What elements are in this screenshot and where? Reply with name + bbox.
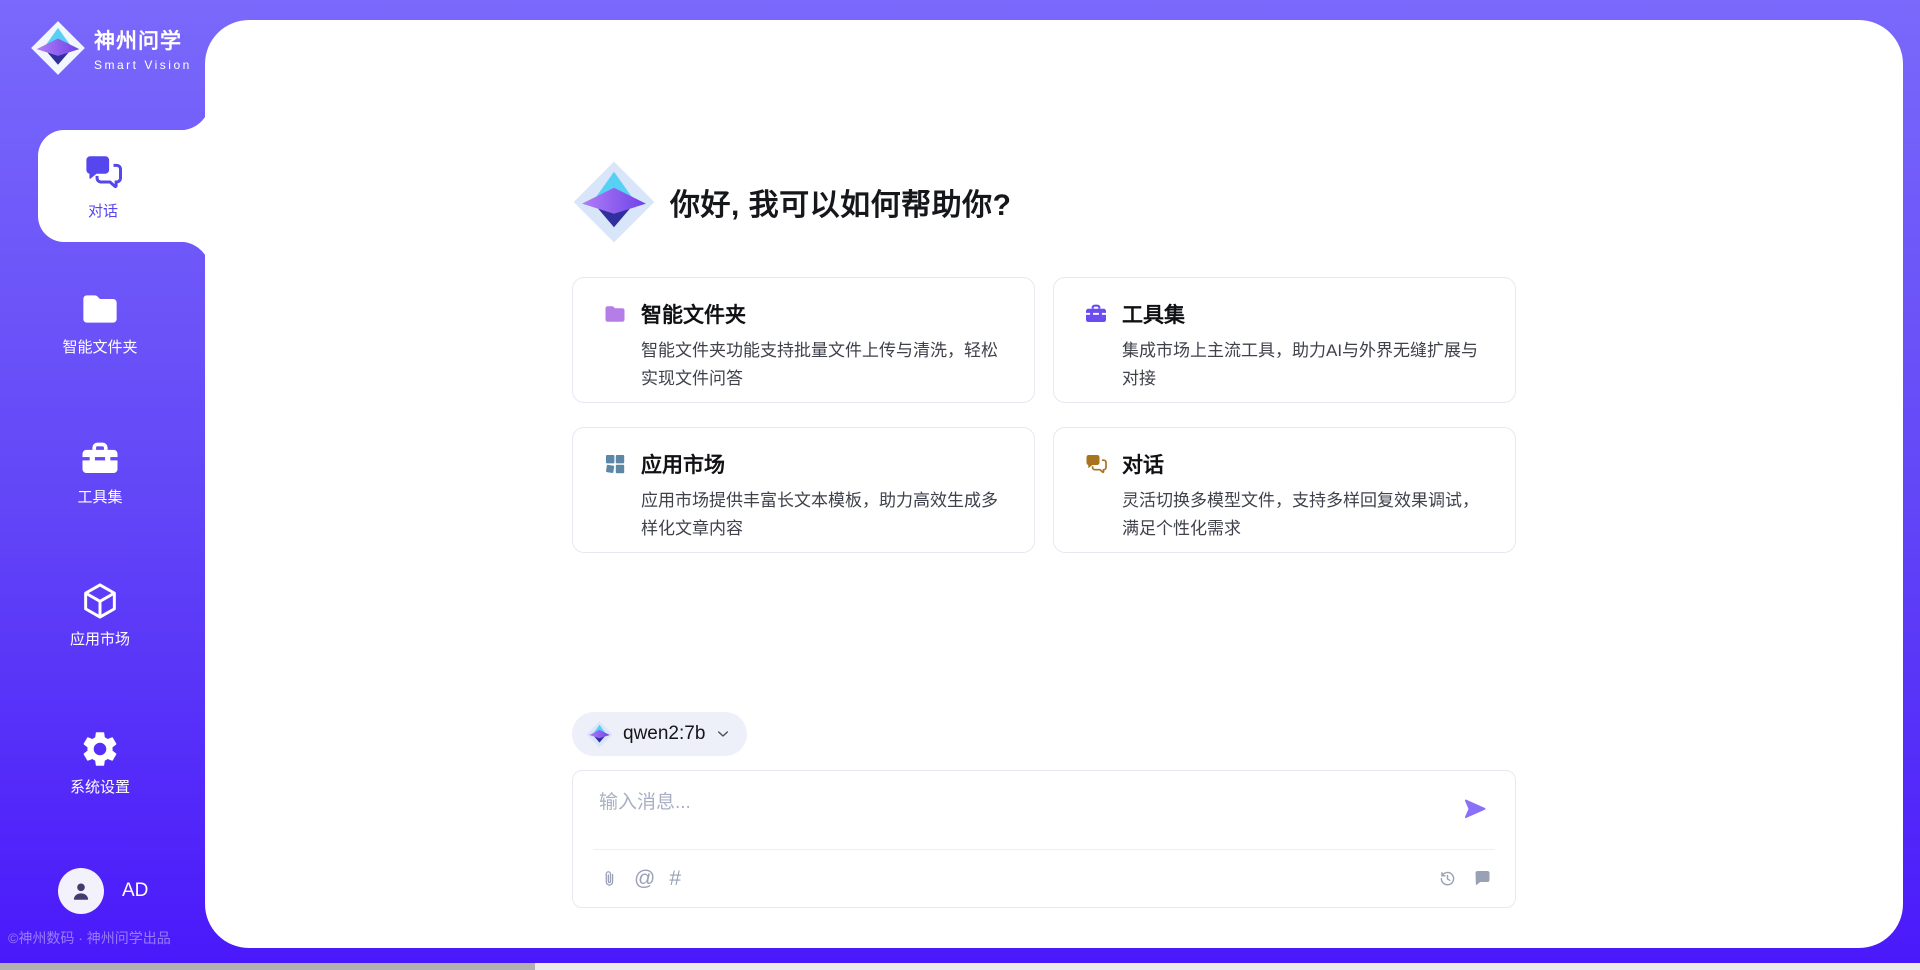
sidebar-item-app-market[interactable]: 应用市场 — [0, 580, 200, 649]
avatar — [58, 868, 104, 914]
at-icon: @ — [634, 868, 655, 889]
brand-gem-icon — [30, 20, 86, 76]
toolbox-icon — [79, 438, 121, 480]
greeting-title: 你好, 我可以如何帮助你? — [670, 180, 1012, 224]
user-name: AD — [122, 880, 148, 902]
card-chat[interactable]: 对话 灵活切换多模型文件，支持多样回复效果调试，满足个性化需求 — [1053, 427, 1516, 553]
horizontal-scrollbar — [0, 963, 1920, 970]
feature-cards: 智能文件夹 智能文件夹功能支持批量文件上传与清洗，轻松实现文件问答 工具集 集成… — [572, 277, 1516, 553]
copyright-footer: ©神州数码 · 神州问学出品 — [8, 928, 208, 948]
main-content: 你好, 我可以如何帮助你? 智能文件夹 智能文件夹功能支持批量文件上传与清洗，轻… — [572, 20, 1516, 948]
cube-icon — [79, 580, 121, 622]
folder-icon — [79, 288, 121, 330]
chat-icon — [1084, 452, 1108, 476]
composer-toolbar: @ # — [599, 850, 1493, 907]
model-selector[interactable]: qwen2:7b — [572, 712, 747, 756]
brand: 神州问学 Smart Vision — [30, 20, 192, 76]
toolbox-icon — [1084, 302, 1108, 326]
brand-gem-icon — [572, 160, 656, 244]
history-button[interactable] — [1437, 868, 1458, 889]
person-icon — [68, 878, 94, 904]
card-description: 灵活切换多模型文件，支持多样回复效果调试，满足个性化需求 — [1122, 487, 1491, 542]
sidebar-item-toolset[interactable]: 工具集 — [0, 438, 200, 507]
card-title: 应用市场 — [641, 449, 725, 479]
sidebar-item-chat[interactable]: 对话 — [38, 130, 210, 242]
sidebar-item-label: 应用市场 — [0, 628, 200, 649]
card-description: 应用市场提供丰富长文本模板，助力高效生成多样化文章内容 — [641, 487, 1010, 542]
gear-icon — [79, 728, 121, 770]
sidebar-item-label: 智能文件夹 — [0, 336, 200, 357]
brand-gem-icon — [586, 721, 613, 748]
sidebar-item-smart-folders[interactable]: 智能文件夹 — [0, 288, 200, 357]
card-title: 智能文件夹 — [641, 299, 746, 329]
brand-name: 神州问学 — [94, 25, 192, 55]
card-smart-folders[interactable]: 智能文件夹 智能文件夹功能支持批量文件上传与清洗，轻松实现文件问答 — [572, 277, 1035, 403]
chat-solid-icon — [1472, 868, 1493, 889]
sidebar-item-label: 系统设置 — [0, 776, 200, 797]
sidebar-item-label: 工具集 — [0, 486, 200, 507]
quick-phrases-button[interactable] — [1472, 868, 1493, 889]
card-title: 对话 — [1122, 449, 1164, 479]
send-button[interactable] — [1461, 793, 1493, 825]
mention-button[interactable]: @ — [634, 868, 655, 889]
message-input[interactable] — [599, 787, 1419, 843]
send-icon — [1461, 795, 1489, 823]
history-icon — [1437, 868, 1458, 889]
model-name: qwen2:7b — [623, 723, 705, 745]
paperclip-icon — [599, 868, 620, 889]
app-market-icon — [603, 452, 627, 476]
card-toolset[interactable]: 工具集 集成市场上主流工具，助力AI与外界无缝扩展与对接 — [1053, 277, 1516, 403]
chat-bubbles-icon — [82, 151, 124, 193]
hashtag-button[interactable]: # — [669, 868, 681, 889]
sidebar-item-label: 对话 — [88, 200, 118, 221]
card-app-market[interactable]: 应用市场 应用市场提供丰富长文本模板，助力高效生成多样化文章内容 — [572, 427, 1035, 553]
composer: @ # — [572, 770, 1516, 908]
chevron-down-icon — [715, 726, 731, 742]
card-description: 集成市场上主流工具，助力AI与外界无缝扩展与对接 — [1122, 337, 1491, 392]
attach-button[interactable] — [599, 868, 620, 889]
scrollbar-thumb[interactable] — [0, 963, 535, 970]
greeting: 你好, 我可以如何帮助你? — [572, 160, 1012, 244]
user-profile[interactable]: AD — [58, 868, 148, 914]
brand-subtitle: Smart Vision — [94, 58, 192, 72]
sidebar: 神州问学 Smart Vision 对话 智能文件夹 工具集 应用市场 系统设置… — [0, 0, 205, 963]
folder-open-icon — [603, 302, 627, 326]
brand-text: 神州问学 Smart Vision — [94, 25, 192, 72]
hash-icon: # — [669, 868, 681, 889]
card-title: 工具集 — [1122, 299, 1185, 329]
sidebar-item-settings[interactable]: 系统设置 — [0, 728, 200, 797]
main-panel: 你好, 我可以如何帮助你? 智能文件夹 智能文件夹功能支持批量文件上传与清洗，轻… — [205, 20, 1903, 948]
card-description: 智能文件夹功能支持批量文件上传与清洗，轻松实现文件问答 — [641, 337, 1010, 392]
